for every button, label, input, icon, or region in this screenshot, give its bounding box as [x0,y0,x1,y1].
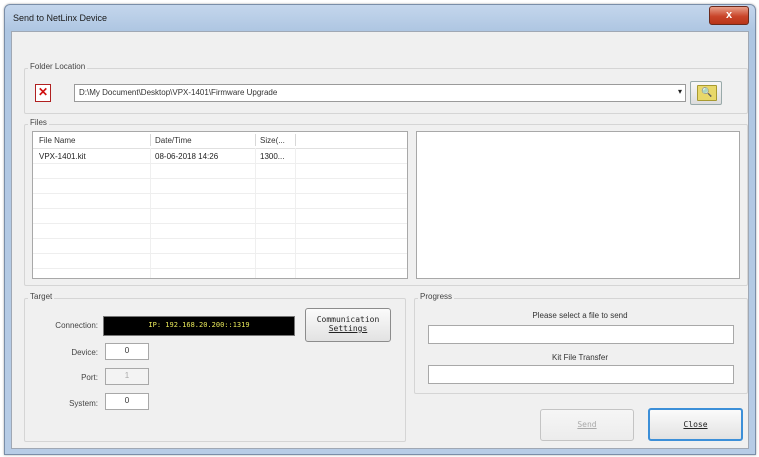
folder-browse-icon: 🔍 [697,85,717,101]
port-label: Port: [81,373,98,382]
browse-folder-button[interactable]: 🔍 [690,81,722,105]
table-row[interactable]: VPX-1401.kit 08-06-2018 14:26 1300... [33,149,407,164]
chevron-down-icon[interactable]: ▾ [678,87,682,96]
device-label: Device: [71,348,98,357]
progress-label: Progress [418,292,455,301]
dialog-client-area: Folder Location ✕ D:\My Document\Desktop… [11,31,749,449]
send-dialog-window: Send to NetLinx Device x Folder Location… [4,4,756,455]
folder-location-label: Folder Location [28,62,88,71]
folder-path-value: D:\My Document\Desktop\VPX-1401\Firmware… [79,88,278,97]
close-button[interactable]: Close [648,408,743,441]
progress-status-text: Please select a file to send [532,311,628,320]
connection-label: Connection: [55,321,98,330]
device-field[interactable]: 0 [105,343,149,360]
pdf-doc-icon[interactable]: ✕ [35,84,51,102]
connection-display: IP: 192.168.20.200::1319 [103,316,295,336]
title-bar[interactable]: Send to NetLinx Device x [5,5,755,31]
file-name-cell: VPX-1401.kit [39,152,86,161]
kit-transfer-label: Kit File Transfer [551,353,608,362]
column-file-name[interactable]: File Name [39,136,75,145]
files-label: Files [28,118,49,127]
system-label: System: [69,399,98,408]
kit-transfer-progress-bar [428,365,734,384]
close-icon: x [725,9,733,21]
close-window-button[interactable]: x [709,6,749,25]
file-progress-bar [428,325,734,344]
target-label: Target [28,292,55,301]
port-field: 1 [105,368,149,385]
file-preview-pane [416,131,740,279]
column-date-time[interactable]: Date/Time [155,136,192,145]
folder-path-combo[interactable]: D:\My Document\Desktop\VPX-1401\Firmware… [74,84,686,102]
system-field[interactable]: 0 [105,393,149,410]
file-datetime-cell: 08-06-2018 14:26 [155,152,219,161]
files-list[interactable]: File Name Date/Time Size(... VPX-1401.ki… [32,131,408,279]
file-size-cell: 1300... [260,152,285,161]
window-title: Send to NetLinx Device [13,13,108,23]
files-list-header: File Name Date/Time Size(... [33,132,407,149]
communication-settings-button[interactable]: Communication Settings [305,308,391,342]
send-button[interactable]: Send [540,409,634,441]
column-size[interactable]: Size(... [260,136,285,145]
